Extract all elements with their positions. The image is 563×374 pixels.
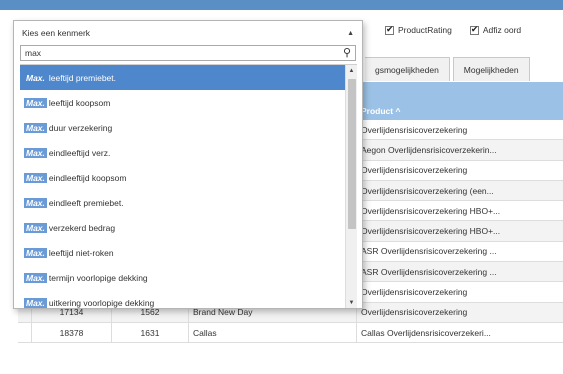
- product-cell: Overlijdensrisicoverzekering: [361, 165, 468, 176]
- checkbox-checked-icon[interactable]: [385, 24, 394, 35]
- dropdown-option[interactable]: Max. verzekerd bedrag: [20, 215, 357, 240]
- dropdown-title: Kies een kenmerk: [22, 28, 91, 38]
- search-icon: ⚲: [342, 46, 351, 59]
- tab-gsmogelijkheden[interactable]: gsmogelijkheden: [365, 57, 450, 81]
- product-cell: Overlijdensrisicoverzekering: [361, 124, 468, 135]
- product-cell: Callas Overlijdensrisicoverzekeri...: [361, 327, 491, 338]
- product-rating-checkbox[interactable]: ProductRating: [385, 24, 452, 35]
- dropdown-scrollbar[interactable]: ▲ ▼: [345, 65, 357, 308]
- dropdown-option[interactable]: Max. eindleeftijd verz.: [20, 140, 357, 165]
- match-highlight: Max.: [24, 172, 47, 183]
- product-cell: Overlijdensrisicoverzekering HBO+...: [361, 205, 501, 216]
- match-highlight: Max.: [24, 297, 47, 308]
- collapse-arrow-icon[interactable]: ▲: [347, 30, 354, 37]
- dropdown-option[interactable]: Max. termijn voorlopige dekking: [20, 265, 357, 290]
- checkbox-checked-icon[interactable]: [469, 24, 479, 35]
- product-cell: Aegon Overlijdensrisicoverzekerin...: [361, 144, 497, 155]
- kenmerk-dropdown[interactable]: Kies een kenmerk ▲ ⚲ Max.leeftijd premie…: [13, 20, 363, 309]
- product-cell: Overlijdensrisicoverzekering: [361, 287, 468, 298]
- dropdown-option[interactable]: Max. leeftijd niet-roken: [20, 240, 357, 265]
- option-label: eindleeft premiebet.: [48, 197, 124, 208]
- product-cell: Overlijdensrisicoverzekering: [361, 307, 468, 318]
- dropdown-search-input[interactable]: [25, 48, 343, 58]
- match-highlight: Max.: [24, 147, 47, 158]
- match-highlight: Max.: [26, 72, 45, 83]
- dropdown-option-list: Max. leeftijd premiebet. Max. leeftijd koop…: [20, 64, 357, 308]
- company-cell: Callas: [189, 322, 357, 343]
- tab-mogelijkheden[interactable]: Mogelijkheden: [452, 57, 530, 81]
- match-highlight: Max.: [24, 197, 47, 208]
- scroll-down-arrow-icon[interactable]: ▼: [346, 297, 357, 308]
- dropdown-option[interactable]: Max. eindleeftijd koopsom: [20, 165, 357, 190]
- adfiz-checkbox[interactable]: Adfiz oord: [469, 24, 522, 35]
- scroll-up-arrow-icon[interactable]: ▲: [346, 65, 357, 77]
- option-label: eindleeftijd verz.: [48, 147, 111, 158]
- match-highlight: Max.: [24, 272, 47, 283]
- match-highlight: Max.: [24, 247, 47, 258]
- option-label: leeftijd koopsom: [48, 97, 111, 108]
- dropdown-search-box[interactable]: ⚲: [20, 45, 356, 61]
- product-cell: Overlijdensrisicoverzekering HBO+...: [361, 226, 501, 237]
- product-column-header[interactable]: Product ^: [357, 82, 563, 120]
- dropdown-option[interactable]: Max. uitkering voorlopige dekking: [20, 290, 357, 308]
- table-row[interactable]: 18378 1631 Callas Callas Overlijdensrisicov…: [18, 322, 563, 344]
- option-label: leeftijd niet-roken: [48, 247, 114, 258]
- option-label: termijn voorlopige dekking: [48, 272, 148, 283]
- scrollbar-thumb[interactable]: [348, 79, 356, 229]
- product-id-cell: 18378: [32, 322, 112, 343]
- product-cell: Overlijdensrisicoverzekering (een...: [361, 185, 494, 196]
- product-rating-label: ProductRating: [398, 25, 452, 35]
- dropdown-header[interactable]: Kies een kenmerk ▲: [14, 21, 362, 45]
- match-highlight: Max.: [24, 222, 47, 233]
- adfiz-label: Adfiz oord: [482, 25, 522, 35]
- match-highlight: Max.: [24, 97, 47, 108]
- company-code-cell: 1631: [112, 322, 189, 343]
- option-label: uitkering voorlopige dekking: [48, 297, 155, 308]
- option-label: leeftijd premiebet.: [48, 72, 116, 83]
- top-header-strip: [0, 0, 563, 10]
- dropdown-option[interactable]: Max. leeftijd premiebet.: [20, 65, 357, 90]
- filter-checkboxes: ProductRating Adfiz oord: [385, 24, 522, 35]
- tab-bar: gsmogelijkheden Mogelijkheden: [365, 57, 533, 81]
- product-cell: ASR Overlijdensrisicoverzekering ...: [361, 266, 497, 277]
- option-label: duur verzekering: [48, 122, 113, 133]
- product-cell: ASR Overlijdensrisicoverzekering ...: [361, 246, 497, 257]
- dropdown-option[interactable]: Max. duur verzekering: [20, 115, 357, 140]
- match-highlight: Max.: [24, 122, 47, 133]
- option-label: eindleeftijd koopsom: [48, 172, 127, 183]
- option-label: verzekerd bedrag: [48, 222, 116, 233]
- dropdown-option[interactable]: Max. leeftijd koopsom: [20, 90, 357, 115]
- dropdown-option[interactable]: Max. eindleeft premiebet.: [20, 190, 357, 215]
